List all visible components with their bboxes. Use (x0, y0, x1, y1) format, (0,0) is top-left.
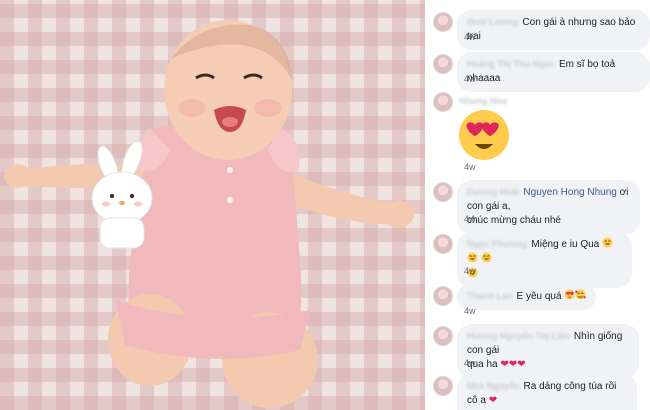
commenter-name[interactable]: Nhà Nguyễn (467, 379, 520, 393)
comment-bubble: Dương Hoài Nguyen Hong Nhung ơi con gái a… (457, 180, 640, 234)
avatar[interactable] (433, 92, 453, 112)
baby-photo (0, 0, 425, 410)
comments-panel: Hoài Lương Con gái à nhưng sao bảo trai 4… (425, 0, 650, 410)
comment-text: Miệng e iu Qua (531, 239, 600, 250)
commenter-name[interactable]: Hương Nguyễn Thị Liên (467, 329, 570, 343)
comment-time[interactable]: 4w (464, 306, 476, 316)
comment-bubble: Nhà NguyễnRa dáng công túa rồi cô a ❤ ❤❤ (457, 374, 637, 410)
commenter-name[interactable]: Hoàng Thị Thu Ngọc (467, 57, 555, 71)
comment-time[interactable]: 4w (464, 162, 476, 172)
comment-text-line2: chúc mừng cháu nhé (467, 215, 561, 226)
comment-time[interactable]: 4w (464, 214, 476, 224)
comment-time[interactable]: 4w (464, 266, 476, 276)
heart-eyes-emoji-icon (564, 289, 575, 302)
comment-bubble: Hoàng Thị Thu Ngọc Em sĩ bọ toả nhaaaa (457, 52, 650, 92)
avatar[interactable] (433, 234, 453, 254)
commenter-name[interactable]: Dương Hoài (467, 185, 519, 199)
comment-bubble: Ngọc Phương Miệng e iu Qua (457, 232, 632, 288)
avatar[interactable] (433, 376, 453, 396)
baby-hand-right (382, 200, 414, 228)
red-heart-icon: ❤ (488, 395, 498, 406)
comment-bubble: Hoài Lương Con gái à nhưng sao bảo trai (457, 10, 650, 50)
mention-link[interactable]: Nguyen Hong Nhung (523, 187, 616, 198)
baby-illustration (4, 20, 414, 408)
comment-bubble: Thanh Lan E yêu quá (457, 284, 597, 310)
commenter-name[interactable]: Nhung Hoa (459, 96, 507, 106)
comment-text: E yêu quá (516, 291, 562, 302)
commenter-name[interactable]: Ngọc Phương (467, 237, 527, 251)
avatar[interactable] (433, 54, 453, 74)
avatar[interactable] (433, 286, 453, 306)
comment-bubble: Hương Nguyễn Thị Liên Nhìn giống con gái … (457, 324, 639, 378)
avatar[interactable] (433, 182, 453, 202)
commenter-name[interactable]: Hoài Lương (467, 15, 518, 29)
red-heart-icon: ❤❤❤ (500, 359, 526, 370)
smiling-hearts-emoji-icon (575, 289, 587, 302)
heart-eyes-emoji-icon (459, 110, 509, 160)
comment-time[interactable]: 4w (464, 74, 476, 84)
avatar[interactable] (433, 326, 453, 346)
comment-time[interactable]: 4w (464, 358, 476, 368)
commenter-name[interactable]: Thanh Lan (467, 289, 513, 303)
comment-time[interactable]: 4w (464, 32, 476, 42)
baby-hand-left (4, 164, 32, 188)
avatar[interactable] (433, 12, 453, 32)
